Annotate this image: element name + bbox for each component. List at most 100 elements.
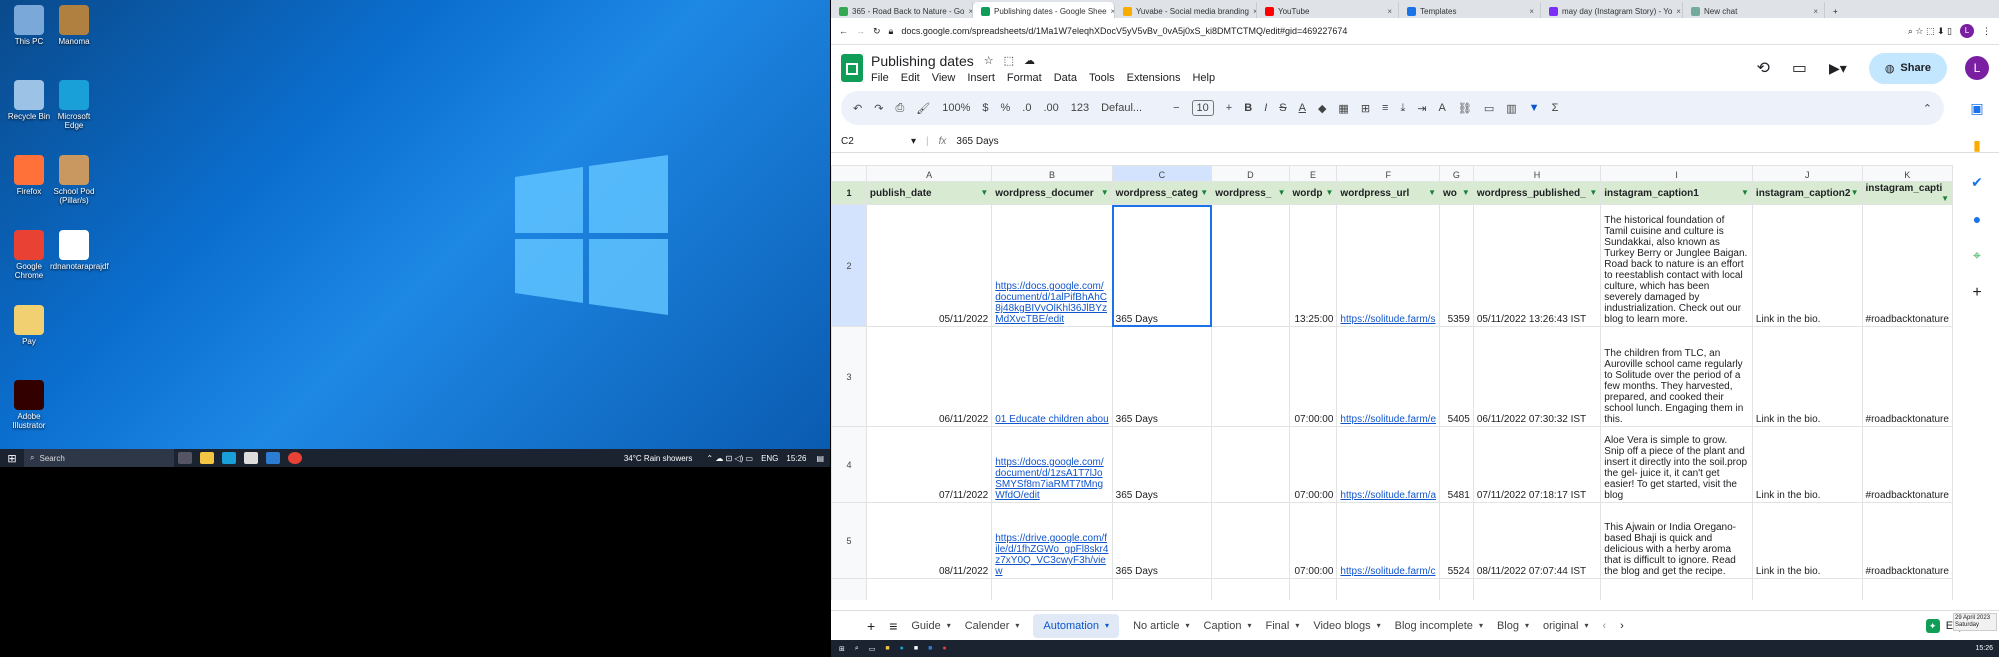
sheet-tab[interactable]: Final ▾ [1265, 620, 1299, 632]
table-cell[interactable]: 05/11/2022 [865, 204, 993, 327]
desktop-icon[interactable]: This PC [5, 5, 53, 46]
font-size-input[interactable]: 10 [1191, 100, 1214, 116]
table-cell[interactable]: 05/11/2022 13:26:43 IST [1472, 204, 1602, 327]
formula-input[interactable]: 365 Days [956, 136, 998, 147]
close-tab-icon[interactable]: × [1813, 7, 1818, 16]
sheet-tab[interactable]: Blog ▾ [1497, 620, 1529, 632]
header-cell[interactable]: wordpress_categ ▼ [1111, 181, 1213, 205]
paint-format-icon[interactable]: 🖌︎ [916, 102, 930, 115]
menu-item[interactable]: Edit [901, 72, 920, 84]
rotate-icon[interactable]: A [1439, 102, 1446, 114]
weather-widget[interactable]: 34°C Rain showers [624, 454, 693, 463]
add-sheet-icon[interactable]: + [867, 618, 875, 634]
link-icon[interactable]: ⛓ [1458, 102, 1472, 115]
collapse-toolbar-icon[interactable]: ⌃ [1923, 102, 1932, 115]
browser-tab[interactable]: may day (Instagram Story) - Yo × [1541, 2, 1683, 18]
print-icon[interactable]: ⎙ [895, 102, 904, 115]
chrome-menu-icon[interactable]: ⋮ [1982, 26, 1991, 37]
close-tab-icon[interactable]: × [1676, 7, 1681, 16]
file-explorer-icon-2[interactable]: ■ [885, 645, 889, 652]
currency-button[interactable]: $ [982, 102, 988, 114]
table-cell[interactable] [1600, 578, 1753, 600]
percent-button[interactable]: % [1000, 102, 1010, 114]
browser-tab[interactable]: Templates × [1399, 2, 1541, 18]
menu-item[interactable]: Extensions [1127, 72, 1181, 84]
sheet-tab[interactable]: No article ▾ [1133, 620, 1189, 632]
start-icon-2[interactable]: ⊞ [839, 645, 845, 653]
table-cell[interactable]: 5524 [1439, 502, 1474, 579]
menu-item[interactable]: Insert [967, 72, 995, 84]
filter-icon[interactable]: ▼ [1462, 188, 1470, 197]
notification-icon[interactable]: ▤ [816, 454, 824, 463]
edge-icon-2[interactable]: ● [900, 645, 904, 652]
sheet-tab[interactable]: Blog incomplete ▾ [1395, 620, 1483, 632]
table-cell[interactable]: https://docs.google.com/document/d/1NTZo… [991, 578, 1113, 600]
store-icon-2[interactable]: ■ [914, 645, 918, 652]
filter-icon[interactable]: ▼ [1941, 194, 1949, 203]
filter-icon[interactable]: ▼ [1428, 188, 1436, 197]
table-cell[interactable]: 07:00:00 [1288, 426, 1338, 503]
account-avatar[interactable]: L [1965, 56, 1989, 80]
calendar-icon[interactable]: ▣ [1970, 100, 1983, 117]
font-size-plus[interactable]: + [1226, 102, 1232, 114]
header-cell[interactable]: wo ▼ [1439, 181, 1474, 205]
url-field[interactable]: docs.google.com/spreadsheets/d/1Ma1W7ele… [901, 26, 1900, 36]
header-cell[interactable]: wordpress_documer ▼ [991, 181, 1113, 205]
meet-icon[interactable]: ▶▾ [1829, 60, 1847, 77]
chevron-down-icon[interactable]: ▾ [1186, 621, 1190, 630]
desktop-icon[interactable]: Google Chrome [5, 230, 53, 280]
chrome-icon[interactable] [288, 452, 302, 464]
sheet-tab[interactable]: Guide ▾ [911, 620, 950, 632]
tray-icons[interactable]: ⌃ ☁ ⊡ ◁) ▭ [706, 454, 753, 463]
zoom-select[interactable]: 100% [942, 102, 970, 114]
menu-item[interactable]: Help [1192, 72, 1215, 84]
table-cell[interactable]: https://solitude.farm/a [1336, 426, 1441, 503]
comment-icon[interactable]: ▭ [1484, 102, 1494, 115]
desktop-icon[interactable]: Microsoft Edge [50, 80, 98, 130]
start-icon[interactable]: ⊞ [0, 452, 24, 465]
table-cell[interactable]: Link in the bio. [1751, 204, 1863, 327]
row-header[interactable]: 1 [831, 181, 867, 205]
table-cell[interactable]: https://solitude.farm/e [1336, 326, 1441, 427]
column-header[interactable]: G [1439, 165, 1474, 182]
header-cell[interactable]: instagram_capti ▼ [1861, 181, 1953, 205]
table-cell[interactable] [1336, 578, 1441, 600]
table-cell[interactable] [1211, 326, 1290, 427]
column-header[interactable]: H [1472, 165, 1602, 182]
strikethrough-button[interactable]: S [1279, 102, 1286, 114]
desktop-icon[interactable]: Firefox [5, 155, 53, 196]
row-header[interactable]: 4 [831, 426, 867, 503]
tasks-icon[interactable]: ✔ [1971, 174, 1983, 191]
mail-icon-2[interactable]: ■ [928, 645, 932, 652]
fill-color-icon[interactable]: ◆ [1318, 102, 1326, 115]
table-cell[interactable]: 06/11/2022 [865, 326, 993, 427]
star-icon[interactable]: ☆ [984, 54, 994, 67]
comments-icon[interactable]: ▭ [1792, 58, 1807, 78]
table-cell[interactable]: 5405 [1439, 326, 1474, 427]
column-header[interactable]: J [1751, 165, 1863, 182]
profile-avatar[interactable]: L [1960, 24, 1974, 38]
header-cell[interactable]: instagram_caption1 ▼ [1600, 181, 1753, 205]
table-cell[interactable]: https://docs.google.com/document/d/1alPi… [991, 204, 1113, 327]
row-header[interactable]: 2 [831, 204, 867, 327]
desktop-icon[interactable]: Recycle Bin [5, 80, 53, 121]
table-cell[interactable]: Link in the bio. [1751, 502, 1863, 579]
chevron-down-icon[interactable]: ▾ [1377, 621, 1381, 630]
sheet-tab[interactable]: Video blogs ▾ [1313, 620, 1380, 632]
table-cell[interactable]: 07:00:00 [1288, 326, 1338, 427]
chrome-icon-2[interactable]: ● [942, 645, 946, 652]
table-cell[interactable]: 365 Days [1111, 426, 1213, 503]
valign-icon[interactable]: ⤓ [1400, 102, 1405, 115]
chevron-down-icon[interactable]: ▾ [947, 621, 951, 630]
menu-item[interactable]: Data [1054, 72, 1077, 84]
table-cell[interactable]: #roadbacktonature [1861, 204, 1953, 327]
header-cell[interactable]: wordpress_ ▼ [1211, 181, 1290, 205]
row-header[interactable]: 6 [831, 578, 867, 600]
search-icon-2[interactable]: ⌕ [855, 645, 859, 653]
header-cell[interactable]: wordpress_url ▼ [1336, 181, 1441, 205]
filter-icon[interactable]: ▼ [1741, 188, 1749, 197]
browser-tab[interactable]: Publishing dates - Google Shee × [973, 2, 1115, 18]
forward-icon[interactable]: → [856, 26, 865, 36]
table-cell[interactable]: 13:25:00 [1288, 204, 1338, 327]
header-cell[interactable]: wordp ▼ [1288, 181, 1338, 205]
